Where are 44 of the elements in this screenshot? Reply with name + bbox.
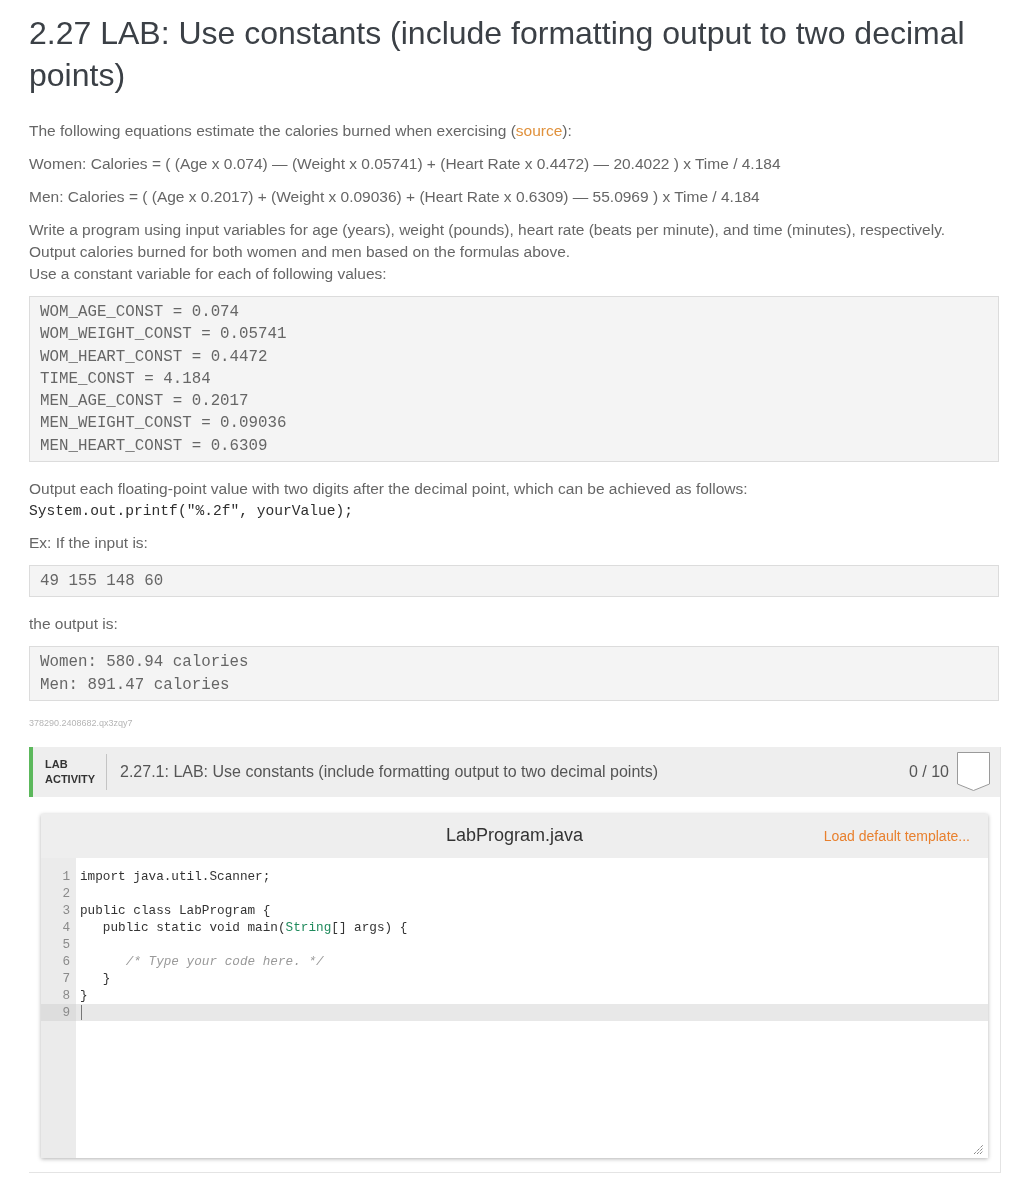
line-number: 9	[41, 1003, 76, 1021]
code-editor[interactable]: 1 2 3 4 5 6 7 8 9 import java.util.Scanner; public class LabProgram { public static void main(String[] args) { /* Type your code here. */ } }	[41, 857, 988, 1158]
paragraph: Ex: If the input is:	[29, 533, 149, 554]
formula-text: Women: Calories = ( (Age x 0.074) — (Weight x 0.05741) + (Heart Rate x 0.4472) — 20.4022 ) x Time / 4.184	[29, 154, 782, 174]
score-text: 0 / 10	[908, 762, 949, 781]
text-cursor	[81, 1005, 82, 1021]
code-snippet: System.out.printf("%.2f", yourValue);	[29, 502, 355, 522]
code-line: WOM_AGE_CONST = 0.074	[40, 302, 241, 323]
code-line: WOM_HEART_CONST = 0.4472	[40, 346, 269, 368]
line-number: 5	[61, 935, 71, 953]
page-title: 2.27 LAB: Use constants (include formatting output to two decimal points)	[29, 14, 966, 95]
code-line: WOM_WEIGHT_CONST = 0.05741	[40, 324, 288, 346]
code-line: MEN_AGE_CONST = 0.2017	[40, 391, 250, 413]
line-number: 6	[61, 952, 71, 970]
line-number: 7	[61, 969, 71, 987]
line-number: 1	[61, 867, 71, 885]
code-line: Women: 580.94 calories	[40, 652, 250, 674]
code-line: }	[79, 986, 89, 1004]
code-line: MEN_HEART_CONST = 0.6309	[40, 435, 269, 457]
content-id: 378290.2408682.qx3zqy7	[29, 716, 134, 729]
code-line: TIME_CONST = 4.184	[40, 368, 212, 390]
code-line: import java.util.Scanner;	[79, 867, 272, 885]
paragraph: Output each floating-point value with two digits after the decimal point, which can be achieved as follows:	[29, 479, 749, 500]
code-line: public static void main(String[] args) {	[101, 918, 409, 936]
line-number: 2	[61, 884, 71, 902]
code-line: 49 155 148 60	[40, 571, 165, 593]
resize-handle-icon[interactable]	[974, 1144, 983, 1154]
line-number: 8	[61, 986, 71, 1004]
formula-text: Men: Calories = ( (Age x 0.2017) + (Weight x 0.09036) + (Heart Rate x 0.6309) — 55.0969 ) x Time / 4.184	[29, 187, 761, 207]
source-link[interactable]: source	[515, 122, 563, 139]
paragraph: The following equations estimate the calories burned when exercising (source):	[29, 121, 573, 141]
code-line: Men: 891.47 calories	[40, 674, 231, 696]
code-line: }	[101, 969, 112, 987]
paragraph: Write a program using input variables for age (years), weight (pounds), heart rate (beats per minute), and time (minutes), respectively. Output calories burned for both women and men based on the formulas above. Use a constant variable for each of following values:	[29, 220, 947, 284]
code-line: MEN_WEIGHT_CONST = 0.09036	[40, 413, 288, 435]
line-number: 4	[61, 918, 71, 936]
code-line: public class LabProgram {	[79, 901, 272, 919]
activity-title: 2.27.1: LAB: Use constants (include formatting output to two decimal points)	[120, 762, 660, 781]
line-number: 3	[61, 901, 71, 919]
paragraph: the output is:	[29, 614, 119, 635]
code-line: /* Type your code here. */	[124, 952, 325, 970]
file-name: LabProgram.java	[445, 825, 584, 847]
activity-type-label: LAB ACTIVITY	[45, 756, 97, 787]
load-template-link[interactable]: Load default template...	[823, 827, 970, 844]
